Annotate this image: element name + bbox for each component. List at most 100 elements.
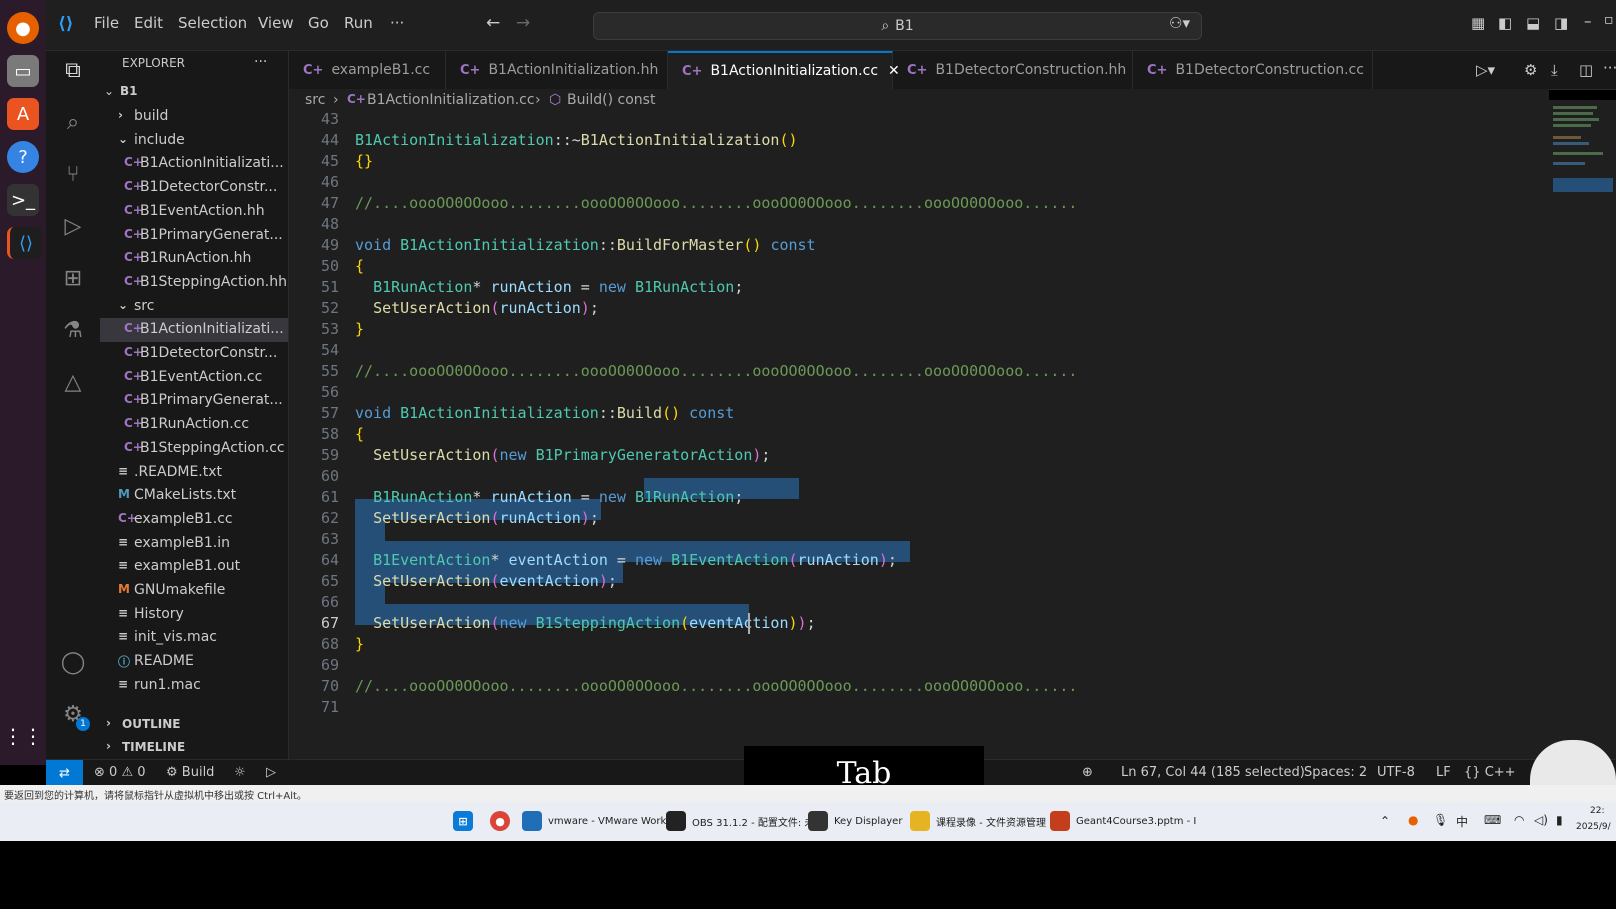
split-editor-icon[interactable]: ◫ (1579, 61, 1593, 79)
toggle-secondary-sidebar-icon[interactable]: ◨ (1554, 14, 1568, 32)
tree-item[interactable]: C+ B1PrimaryGenerat... (100, 224, 288, 248)
problems-indicator[interactable]: ⊗ 0 ⚠ 0 (94, 765, 146, 780)
help-icon[interactable]: ? (7, 141, 39, 173)
cursor-position[interactable]: Ln 67, Col 44 (185 selected) (1121, 765, 1305, 780)
taskbar-app-button[interactable]: Key Displayer (808, 811, 902, 831)
cmake-icon[interactable]: △ (59, 368, 87, 396)
timeline-section[interactable]: › TIMELINE (100, 735, 288, 759)
files-icon[interactable]: ▭ (7, 55, 39, 87)
menu-edit[interactable]: Edit (134, 14, 163, 32)
breadcrumb-symbol[interactable]: Build() const (567, 92, 655, 108)
tree-item[interactable]: C+ B1RunAction.hh (100, 247, 288, 271)
run-play-icon[interactable]: ▷ (266, 765, 276, 780)
menu-more[interactable]: ··· (390, 14, 404, 32)
tab-detector-construction-hh[interactable]: C+ B1DetectorConstruction.hh (893, 51, 1133, 89)
code-editor[interactable]: 43 44 45 46 47 48 49 50 51 52 53 54 55 56 57 58 59 60 61 62… (289, 113, 1549, 759)
menu-selection[interactable]: Selection (178, 14, 247, 32)
breadcrumb-folder[interactable]: src (305, 92, 325, 108)
outline-section[interactable]: › OUTLINE (100, 712, 288, 736)
tree-item[interactable]: C+ B1PrimaryGenerat... (100, 389, 288, 413)
encoding[interactable]: UTF-8 (1377, 765, 1415, 780)
firefox-icon[interactable]: ● (7, 12, 39, 44)
chrome-taskbar-button[interactable]: ● (490, 811, 516, 831)
menu-go[interactable]: Go (308, 14, 329, 32)
ime-icon[interactable]: 中 (1456, 813, 1468, 830)
forward-arrow-icon[interactable]: → (516, 13, 530, 33)
chevron-up-icon[interactable]: ⌃ (1380, 814, 1390, 828)
app-center-icon[interactable]: A (7, 98, 39, 130)
tree-item[interactable]: ⌄ src (100, 295, 288, 319)
tree-item[interactable]: C+ B1EventAction.cc (100, 366, 288, 390)
battery-icon[interactable]: ▮ (1556, 813, 1563, 827)
toggle-panel-icon[interactable]: ⬓ (1526, 14, 1540, 32)
tab-action-init-cc[interactable]: C+ B1ActionInitialization.cc ✕ (668, 51, 900, 89)
copilot-icon[interactable]: ⚇▾ (1169, 14, 1190, 32)
cmake-build-button[interactable]: ⚙ Build (166, 765, 214, 780)
tree-item[interactable]: ≡ exampleB1.out (100, 555, 288, 579)
command-center-search[interactable]: ⌕ B1 (593, 12, 1202, 40)
tab-detector-construction-cc[interactable]: C+ B1DetectorConstruction.cc (1133, 51, 1373, 89)
explorer-more-button[interactable]: ··· (254, 54, 267, 70)
tree-item[interactable]: ≡ History (100, 603, 288, 627)
clock-time[interactable]: 22: (1590, 806, 1604, 816)
minimize-icon[interactable]: – (1584, 12, 1592, 30)
more-actions-icon[interactable]: ··· (1603, 59, 1616, 77)
tray-app-icon[interactable]: ● (1408, 813, 1418, 827)
tree-item[interactable]: › build (100, 105, 288, 129)
volume-icon[interactable]: ◁) (1534, 813, 1548, 827)
tree-item[interactable]: ≡ init_vis.mac (100, 626, 288, 650)
tree-item[interactable]: C+ B1DetectorConstr... (100, 342, 288, 366)
keyboard-icon[interactable]: ⌨ (1484, 813, 1501, 827)
tree-item[interactable]: ⌄ include (100, 129, 288, 153)
tree-item[interactable]: ≡ run1.mac (100, 674, 288, 698)
zoom-icon[interactable]: ⊕ (1082, 765, 1093, 780)
tree-item[interactable]: M CMakeLists.txt (100, 484, 288, 508)
testing-icon[interactable]: ⚗ (59, 316, 87, 344)
source-control-icon[interactable]: ⑂ (59, 160, 87, 188)
run-code-icon[interactable]: ▷▾ (1476, 61, 1495, 79)
menu-view[interactable]: View (258, 14, 294, 32)
toggle-sidebar-icon[interactable]: ◧ (1498, 14, 1512, 32)
microphone-icon[interactable]: 🎙 (1433, 813, 1448, 827)
tree-item[interactable]: C+ B1EventAction.hh (100, 200, 288, 224)
tree-item[interactable]: ≡ exampleB1.in (100, 532, 288, 556)
tree-item[interactable]: C+ B1ActionInitializati... (100, 152, 288, 176)
extensions-icon[interactable]: ⊞ (59, 264, 87, 292)
wifi-icon[interactable]: ◠ (1514, 813, 1524, 827)
accounts-icon[interactable]: ◯ (59, 648, 87, 676)
taskbar-app-button[interactable]: 课程录像 - 文件资源管理 (910, 811, 1046, 831)
tree-root-folder[interactable]: ⌄ B1 (100, 81, 288, 105)
minimap[interactable] (1549, 100, 1616, 759)
tree-item[interactable]: ≡ .README.txt (100, 461, 288, 485)
debug-bug-icon[interactable]: ☼ (234, 765, 246, 780)
tree-item[interactable]: C+ B1SteppingAction.cc (100, 437, 288, 461)
show-apps-icon[interactable]: ⋮⋮ (3, 720, 43, 752)
settings-gear-icon[interactable]: ⚙ (1524, 61, 1537, 79)
taskbar-app-button[interactable]: Geant4Course3.pptm - I (1050, 811, 1196, 831)
maximize-icon[interactable]: ▫ (1604, 12, 1614, 28)
menu-file[interactable]: File (94, 14, 119, 32)
tree-item[interactable]: C+ B1DetectorConstr... (100, 176, 288, 200)
tab-exampleB1-cc[interactable]: C+ exampleB1.cc (289, 51, 446, 89)
menu-run[interactable]: Run (344, 14, 373, 32)
save-download-icon[interactable]: ⤓ (1551, 61, 1558, 79)
end-of-line[interactable]: LF (1436, 765, 1451, 780)
search-view-icon[interactable]: ⌕ (59, 108, 87, 136)
tree-item[interactable]: C+ exampleB1.cc (100, 508, 288, 532)
breadcrumb-file[interactable]: B1ActionInitialization.cc (367, 92, 535, 108)
tab-action-init-hh[interactable]: C+ B1ActionInitialization.hh (446, 51, 668, 89)
layout-customize-icon[interactable]: ▦ (1471, 14, 1485, 32)
tree-item[interactable]: M GNUmakefile (100, 579, 288, 603)
tree-item[interactable]: C+ B1ActionInitializati... (100, 318, 288, 343)
back-arrow-icon[interactable]: ← (486, 13, 500, 33)
tree-item[interactable]: ⓘ README (100, 650, 288, 674)
terminal-icon[interactable]: >_ (7, 184, 39, 216)
vscode-dock-icon[interactable]: ⟨⟩ (7, 227, 42, 259)
taskbar-app-button[interactable]: vmware - VMware Work (522, 811, 666, 831)
run-debug-icon[interactable]: ▷ (59, 212, 87, 240)
taskbar-app-button[interactable]: OBS 31.1.2 - 配置文件: 未 (666, 811, 814, 831)
language-mode[interactable]: {} C++ (1464, 765, 1516, 780)
remote-indicator-icon[interactable]: ⇄ (46, 760, 83, 786)
tree-item[interactable]: C+ B1RunAction.cc (100, 413, 288, 437)
explorer-icon[interactable]: ⧉ (59, 56, 87, 84)
